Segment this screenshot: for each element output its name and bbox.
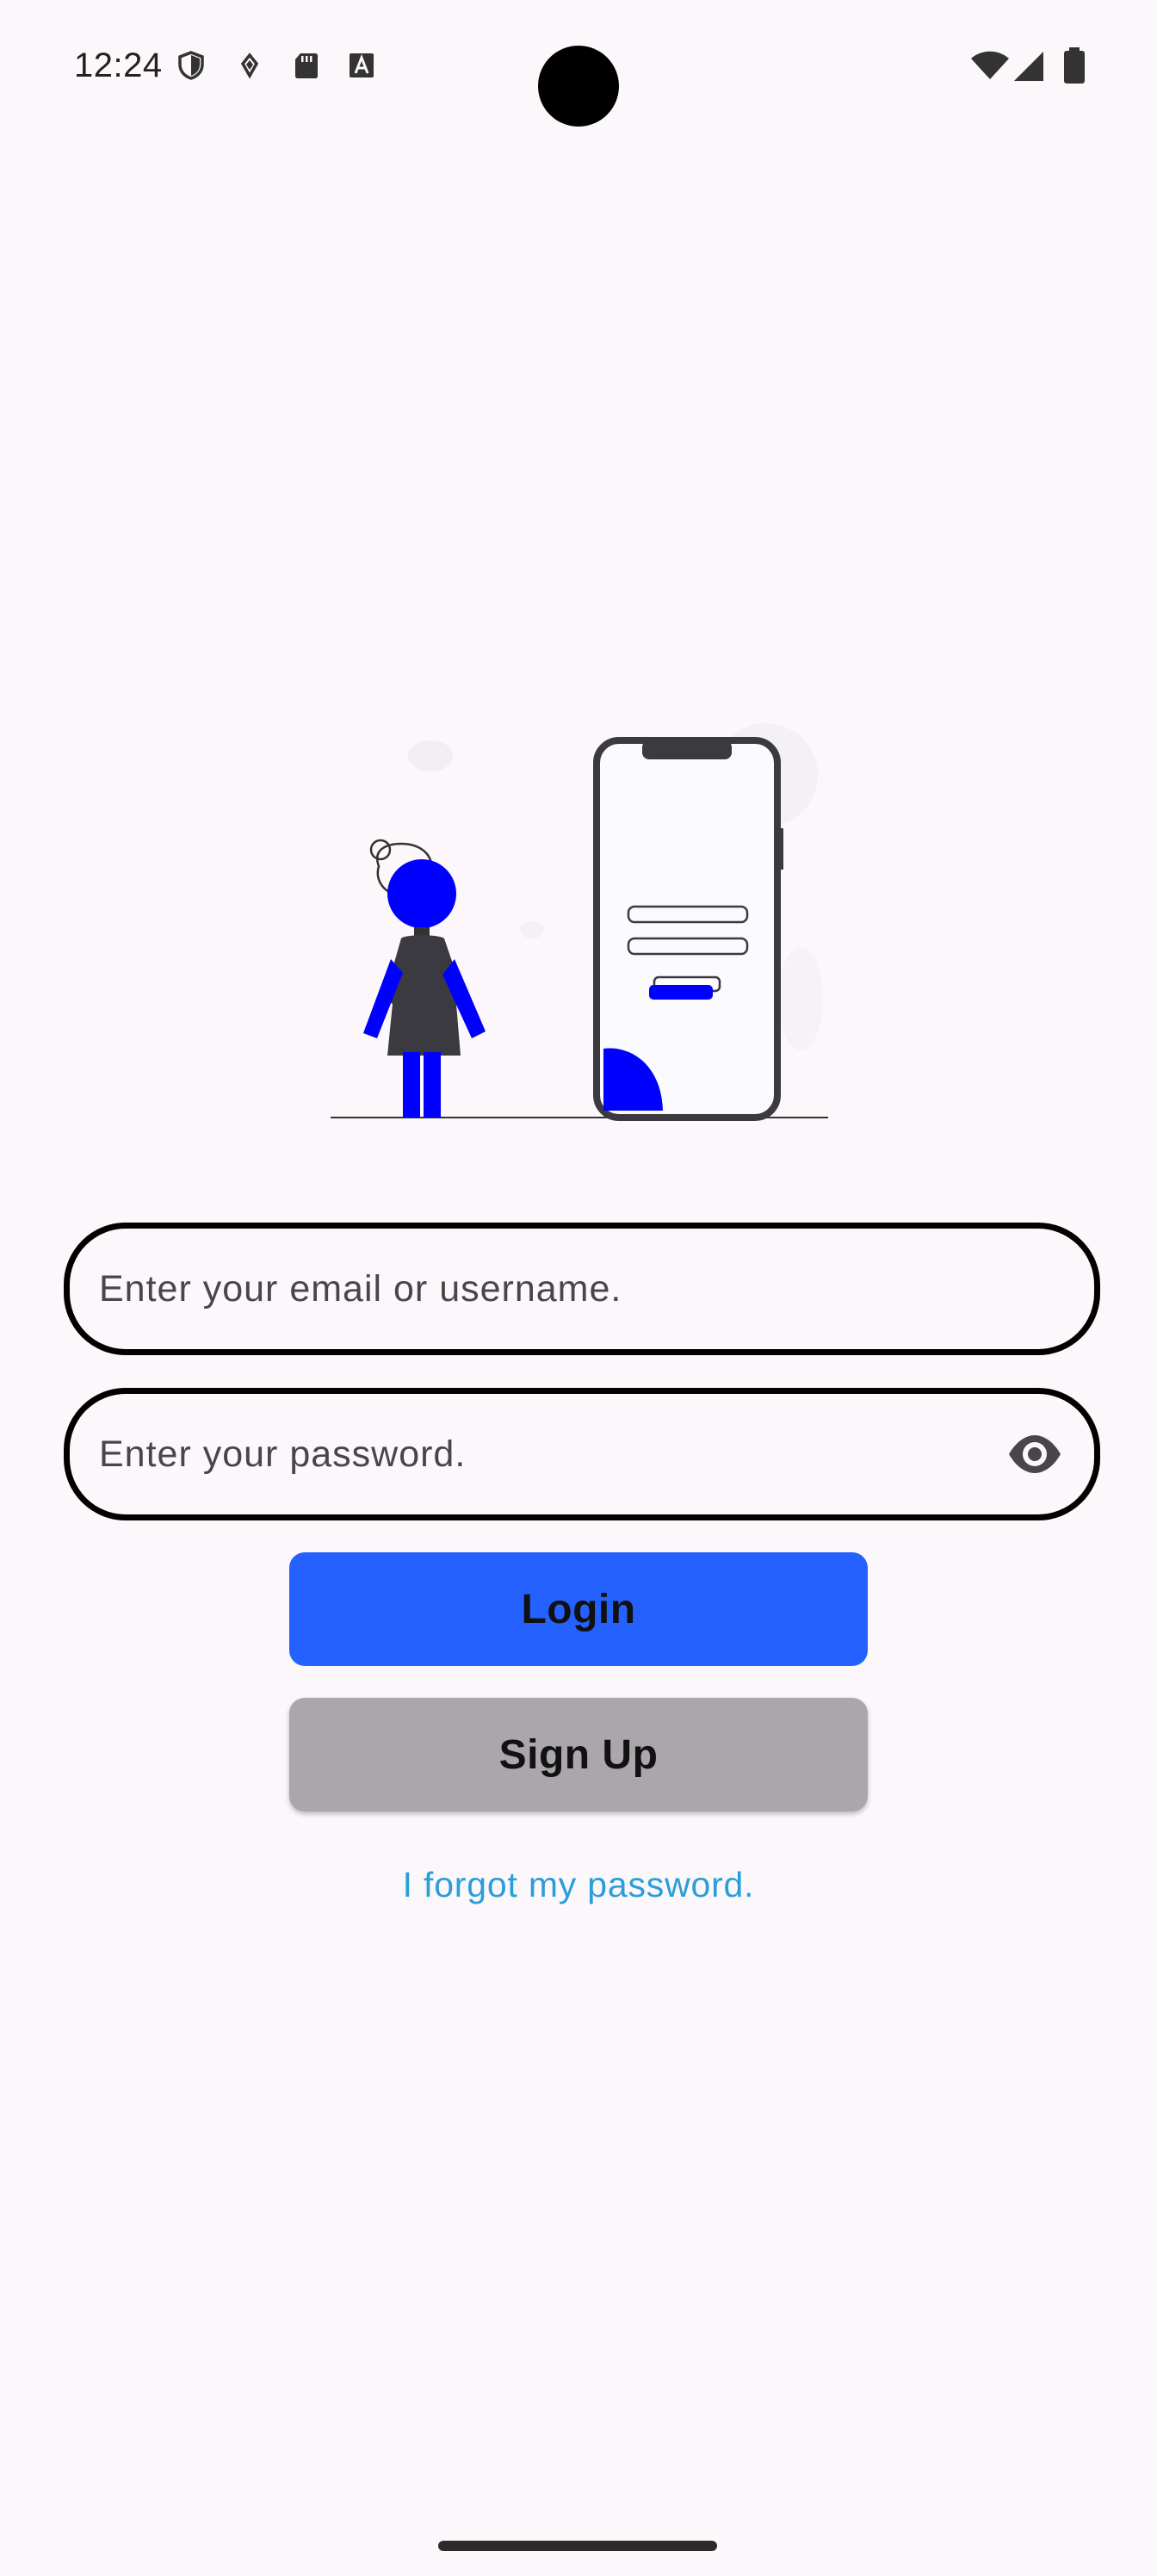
cellular-signal-icon	[1014, 52, 1043, 81]
text-a-icon	[350, 53, 374, 77]
email-input[interactable]	[99, 1229, 1020, 1349]
login-screen: 12:24 Enter your email or username. Logi…	[0, 0, 1157, 2576]
password-input[interactable]	[99, 1394, 1020, 1514]
location-drop-icon	[240, 53, 259, 79]
login-button[interactable]: Login	[289, 1552, 868, 1666]
email-field[interactable]	[64, 1223, 1100, 1355]
signup-button[interactable]: Sign Up	[289, 1698, 868, 1811]
camera-cutout	[538, 46, 619, 127]
person-figure	[363, 839, 486, 1118]
sd-card-icon	[295, 53, 318, 78]
home-indicator[interactable]	[438, 2541, 717, 2551]
password-field[interactable]	[64, 1388, 1100, 1520]
wifi-icon	[971, 51, 1009, 79]
status-time: 12:24	[74, 46, 163, 84]
battery-icon	[1064, 47, 1085, 84]
forgot-password-link[interactable]: I forgot my password.	[0, 1865, 1157, 1905]
eye-icon[interactable]	[1006, 1434, 1063, 1475]
login-illustration	[331, 723, 828, 1121]
phone-illustration	[593, 737, 783, 1121]
status-bar: 12:24	[0, 0, 1157, 138]
shield-icon	[178, 51, 204, 80]
